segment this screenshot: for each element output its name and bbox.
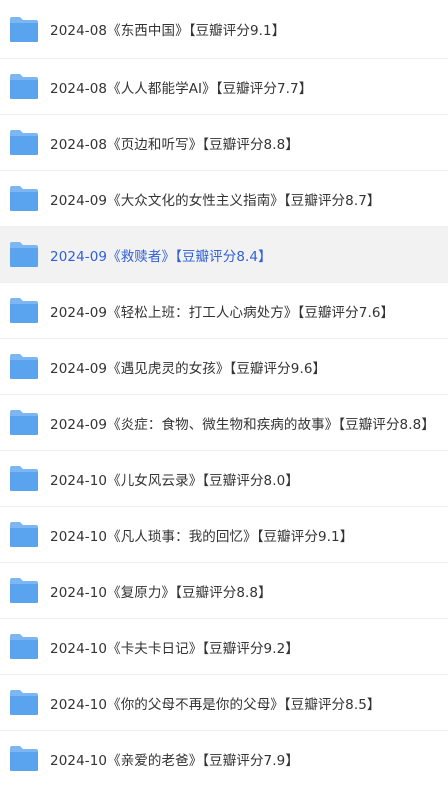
folder-icon xyxy=(9,185,39,212)
folder-row[interactable]: 2024-09《炎症：食物、微生物和疾病的故事》【豆瓣评分8.8】 xyxy=(0,395,448,451)
folder-icon xyxy=(9,297,39,324)
folder-icon xyxy=(9,689,39,716)
folder-icon xyxy=(9,129,39,156)
folder-name: 2024-09《遇见虎灵的女孩》【豆瓣评分9.6】 xyxy=(50,360,327,377)
folder-icon xyxy=(9,465,39,492)
folder-name: 2024-09《救赎者》【豆瓣评分8.4】 xyxy=(50,248,272,265)
folder-name: 2024-08《人人都能学AI》【豆瓣评分7.7】 xyxy=(50,80,313,97)
folder-row-selected[interactable]: 2024-09《救赎者》【豆瓣评分8.4】 xyxy=(0,227,448,283)
folder-row[interactable]: 2024-10《儿女风云录》【豆瓣评分8.0】 xyxy=(0,451,448,507)
folder-name: 2024-10《凡人琐事：我的回忆》【豆瓣评分9.1】 xyxy=(50,528,354,545)
folder-name: 2024-09《轻松上班：打工人心病处方》【豆瓣评分7.6】 xyxy=(50,304,395,321)
folder-row[interactable]: 2024-10《凡人琐事：我的回忆》【豆瓣评分9.1】 xyxy=(0,507,448,563)
folder-row[interactable]: 2024-09《大众文化的女性主义指南》【豆瓣评分8.7】 xyxy=(0,171,448,227)
folder-icon xyxy=(9,241,39,268)
folder-row[interactable]: 2024-10《复原力》【豆瓣评分8.8】 xyxy=(0,563,448,619)
folder-name: 2024-10《你的父母不再是你的父母》【豆瓣评分8.5】 xyxy=(50,696,381,713)
folder-icon xyxy=(9,73,39,100)
folder-icon xyxy=(9,16,39,43)
folder-row[interactable]: 2024-08《页边和听写》【豆瓣评分8.8】 xyxy=(0,115,448,171)
folder-name: 2024-09《炎症：食物、微生物和疾病的故事》【豆瓣评分8.8】 xyxy=(50,416,435,433)
folder-row[interactable]: 2024-10《亲爱的老爸》【豆瓣评分7.9】 xyxy=(0,731,448,787)
folder-name: 2024-10《卡夫卡日记》【豆瓣评分9.2】 xyxy=(50,640,299,657)
folder-name: 2024-10《复原力》【豆瓣评分8.8】 xyxy=(50,584,272,601)
folder-name: 2024-10《儿女风云录》【豆瓣评分8.0】 xyxy=(50,472,299,489)
folder-row[interactable]: 2024-10《卡夫卡日记》【豆瓣评分9.2】 xyxy=(0,619,448,675)
folder-icon xyxy=(9,577,39,604)
folder-row[interactable]: 2024-08《人人都能学AI》【豆瓣评分7.7】 xyxy=(0,59,448,115)
folder-name: 2024-10《亲爱的老爸》【豆瓣评分7.9】 xyxy=(50,753,299,769)
folder-row[interactable]: 2024-10《你的父母不再是你的父母》【豆瓣评分8.5】 xyxy=(0,675,448,731)
folder-icon xyxy=(9,353,39,380)
folder-name: 2024-08《东西中国》【豆瓣评分9.1】 xyxy=(50,23,286,39)
folder-icon xyxy=(9,633,39,660)
folder-icon xyxy=(9,745,39,772)
folder-icon xyxy=(9,409,39,436)
folder-row[interactable]: 2024-09《遇见虎灵的女孩》【豆瓣评分9.6】 xyxy=(0,339,448,395)
folder-name: 2024-09《大众文化的女性主义指南》【豆瓣评分8.7】 xyxy=(50,192,381,209)
folder-icon xyxy=(9,521,39,548)
folder-row[interactable]: 2024-08《东西中国》【豆瓣评分9.1】 xyxy=(0,0,448,59)
folder-name: 2024-08《页边和听写》【豆瓣评分8.8】 xyxy=(50,136,299,153)
folder-row[interactable]: 2024-09《轻松上班：打工人心病处方》【豆瓣评分7.6】 xyxy=(0,283,448,339)
folder-list: 2024-08《东西中国》【豆瓣评分9.1】 2024-08《人人都能学AI》【… xyxy=(0,0,448,787)
